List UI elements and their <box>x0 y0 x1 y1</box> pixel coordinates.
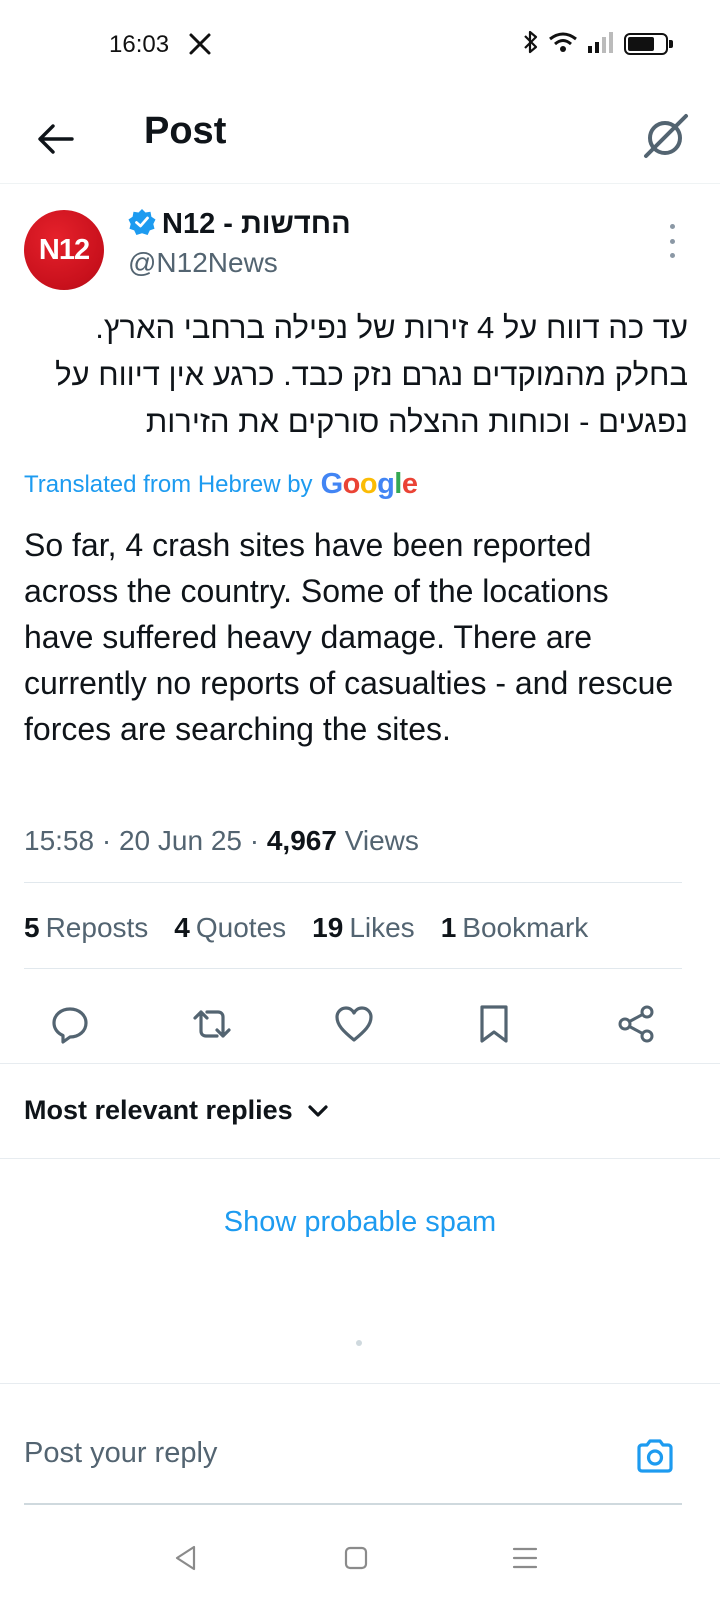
stat-bookmarks[interactable]: 1 Bookmark <box>441 912 589 944</box>
menu-lines-icon <box>512 1547 538 1569</box>
views-count: 4,967 <box>266 825 337 856</box>
google-logo-letter: l <box>394 468 402 500</box>
x-app-icon <box>188 32 212 56</box>
post-time: 15:58 <box>24 825 95 856</box>
reply-icon <box>52 1007 88 1044</box>
views-label: Views <box>344 825 419 856</box>
meta-separator: · <box>249 825 260 856</box>
action-bar <box>0 990 720 1058</box>
wifi-icon <box>548 30 578 59</box>
divider <box>0 1063 720 1064</box>
google-logo-letter: o <box>359 468 378 500</box>
battery-level <box>628 37 654 51</box>
back-button[interactable] <box>32 116 78 162</box>
divider <box>24 882 682 883</box>
post-translated-text: So far, 4 crash sites have been reported… <box>24 527 674 747</box>
google-logo-letter: e <box>401 468 418 500</box>
translation-attribution[interactable]: Translated from Hebrew by Google <box>24 468 418 501</box>
share-button[interactable] <box>610 998 662 1050</box>
engagement-stats: 5 Reposts 4 Quotes 19 Likes 1 Bookmark <box>24 912 588 944</box>
stat-quotes[interactable]: 4 Quotes <box>174 912 286 944</box>
page-title: Post <box>144 110 227 152</box>
stat-likes[interactable]: 19 Likes <box>312 912 415 944</box>
status-indicators <box>522 29 673 60</box>
post-date: 20 Jun 25 <box>118 825 242 856</box>
more-options-button[interactable] <box>662 224 682 258</box>
arrow-left-icon <box>38 124 74 154</box>
loading-indicator <box>356 1340 362 1346</box>
author-name-row[interactable]: N12 - החדשות <box>128 208 351 241</box>
nav-recents-button[interactable] <box>505 1538 545 1578</box>
bookmark-icon <box>480 1005 508 1043</box>
google-logo-letter: o <box>342 468 361 500</box>
nav-back-button[interactable] <box>166 1538 206 1578</box>
author-name: N12 - החדשות <box>162 208 351 240</box>
status-time: 16:03 <box>109 31 170 58</box>
reply-input[interactable] <box>24 1437 584 1470</box>
google-logo: Google <box>321 468 418 501</box>
reply-composer <box>0 1413 720 1503</box>
camera-button[interactable] <box>632 1433 678 1479</box>
more-dot <box>669 253 675 258</box>
repost-icon <box>193 1010 231 1038</box>
post-meta: 15:58 · 20 Jun 25 · 4,967 Views <box>24 825 419 857</box>
square-home-icon <box>344 1546 368 1570</box>
google-logo-letter: g <box>377 468 395 500</box>
repost-button[interactable] <box>186 998 238 1050</box>
reply-button[interactable] <box>44 998 96 1050</box>
grok-icon <box>644 114 688 158</box>
status-bar: 16:03 <box>0 0 720 92</box>
share-icon <box>618 1005 654 1043</box>
avatar-logo-text: N12 <box>38 233 90 266</box>
google-logo-letter: G <box>320 468 344 500</box>
show-spam-button[interactable]: Show probable spam <box>0 1206 720 1239</box>
more-dot <box>669 224 675 229</box>
battery-icon <box>624 33 673 55</box>
grok-button[interactable] <box>638 110 692 164</box>
verified-badge-icon <box>128 208 156 241</box>
translated-label: Translated from Hebrew by <box>24 470 313 498</box>
top-app-bar: Post <box>0 92 720 184</box>
chevron-down-icon <box>308 1104 328 1117</box>
replies-sort-label: Most relevant replies <box>24 1095 293 1125</box>
replies-sort-dropdown[interactable]: Most relevant replies <box>24 1095 329 1126</box>
triangle-back-icon <box>175 1545 196 1571</box>
more-dot <box>669 238 675 244</box>
camera-icon <box>637 1439 673 1473</box>
like-button[interactable] <box>328 998 380 1050</box>
nav-home-button[interactable] <box>336 1538 376 1578</box>
stat-reposts[interactable]: 5 Reposts <box>24 912 148 944</box>
like-icon <box>335 1006 373 1042</box>
bluetooth-icon <box>522 29 540 60</box>
divider <box>0 1158 720 1159</box>
avatar[interactable]: N12 <box>24 210 104 290</box>
author-handle[interactable]: @N12News <box>128 247 278 279</box>
bookmark-button[interactable] <box>468 998 520 1050</box>
divider <box>24 968 682 969</box>
post-original-text: עד כה דווח על 4 זירות של נפילה ברחבי האר… <box>55 310 688 439</box>
meta-separator: · <box>101 825 112 856</box>
system-navigation-bar <box>0 1520 720 1600</box>
reply-input-underline <box>24 1503 682 1505</box>
signal-icon <box>586 30 616 59</box>
divider <box>0 1383 720 1384</box>
